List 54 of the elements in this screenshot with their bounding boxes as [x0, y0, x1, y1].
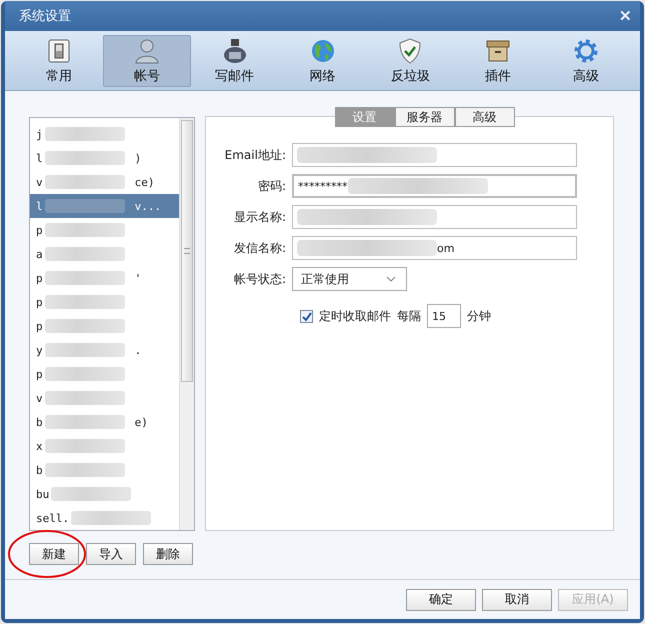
dialog-button[interactable]: 取消 — [482, 588, 552, 610]
toolbar-tab[interactable]: 常用 — [15, 34, 103, 86]
interval-label: 每隔 — [397, 308, 421, 324]
checkbox[interactable] — [300, 310, 313, 322]
toolbar-tab[interactable]: 高级 — [542, 34, 630, 86]
scrollbar[interactable] — [179, 118, 194, 530]
list-button[interactable]: 新建 — [29, 543, 79, 565]
account-item[interactable]: v — [30, 386, 179, 410]
field-label: 发信名称: — [232, 240, 286, 256]
interval-field[interactable]: 15 — [427, 304, 461, 328]
account-item[interactable]: a — [30, 242, 179, 266]
checkbox-label: 定时收取邮件 — [319, 308, 391, 324]
window-title: 系统设置 — [19, 8, 71, 25]
toolbar-tab[interactable]: 写邮件 — [190, 34, 279, 86]
account-item[interactable]: p — [30, 290, 179, 314]
user-icon — [132, 36, 161, 64]
scroll-thumb[interactable] — [181, 120, 193, 382]
field-label: 密码: — [256, 178, 286, 194]
account-item[interactable]: x — [30, 434, 179, 458]
text-field[interactable] — [292, 205, 577, 229]
account-item[interactable]: p — [30, 218, 179, 242]
toolbar-tab[interactable]: 帐号 — [102, 34, 191, 86]
list-button[interactable]: 删除 — [143, 543, 193, 565]
toolbar-tab[interactable]: 插件 — [454, 34, 542, 86]
account-item[interactable]: p — [30, 314, 179, 338]
settings-icon — [572, 36, 600, 64]
panel-tab[interactable]: 服务器 — [394, 107, 454, 127]
toolbar-tab[interactable]: 网络 — [278, 34, 366, 86]
account-item[interactable]: j — [30, 122, 179, 146]
account-item[interactable]: l ) — [30, 146, 179, 170]
unit-label: 分钟 — [467, 308, 491, 324]
account-item[interactable]: b — [30, 458, 179, 482]
account-item[interactable]: p — [30, 362, 179, 386]
caret-icon — [386, 276, 396, 282]
list-button[interactable]: 导入 — [86, 543, 136, 565]
field-label: Email地址: — [224, 146, 286, 164]
account-item[interactable]: p ' — [30, 266, 179, 290]
text-field[interactable]: om — [292, 236, 577, 260]
account-item[interactable]: bu — [30, 482, 179, 506]
account-item[interactable]: b e) — [30, 410, 179, 434]
panel-tab[interactable]: 高级 — [454, 107, 514, 127]
text-field[interactable] — [292, 143, 577, 167]
account-item[interactable]: l v... — [30, 194, 179, 218]
toolbar-tab[interactable]: 反垃圾 — [366, 34, 454, 86]
close-button[interactable]: ✕ — [619, 7, 632, 25]
field-label: 显示名称: — [232, 208, 286, 226]
status-dropdown[interactable]: 正常使用 — [292, 267, 407, 291]
account-item[interactable]: y . — [30, 338, 179, 362]
field-label: 帐号状态: — [232, 270, 286, 288]
account-item[interactable]: sell. — [30, 506, 179, 530]
account-item[interactable]: v ce) — [30, 170, 179, 194]
text-field[interactable]: ********* — [292, 174, 577, 198]
grip-icon — [184, 248, 190, 254]
dialog-button[interactable]: 确定 — [406, 588, 476, 610]
